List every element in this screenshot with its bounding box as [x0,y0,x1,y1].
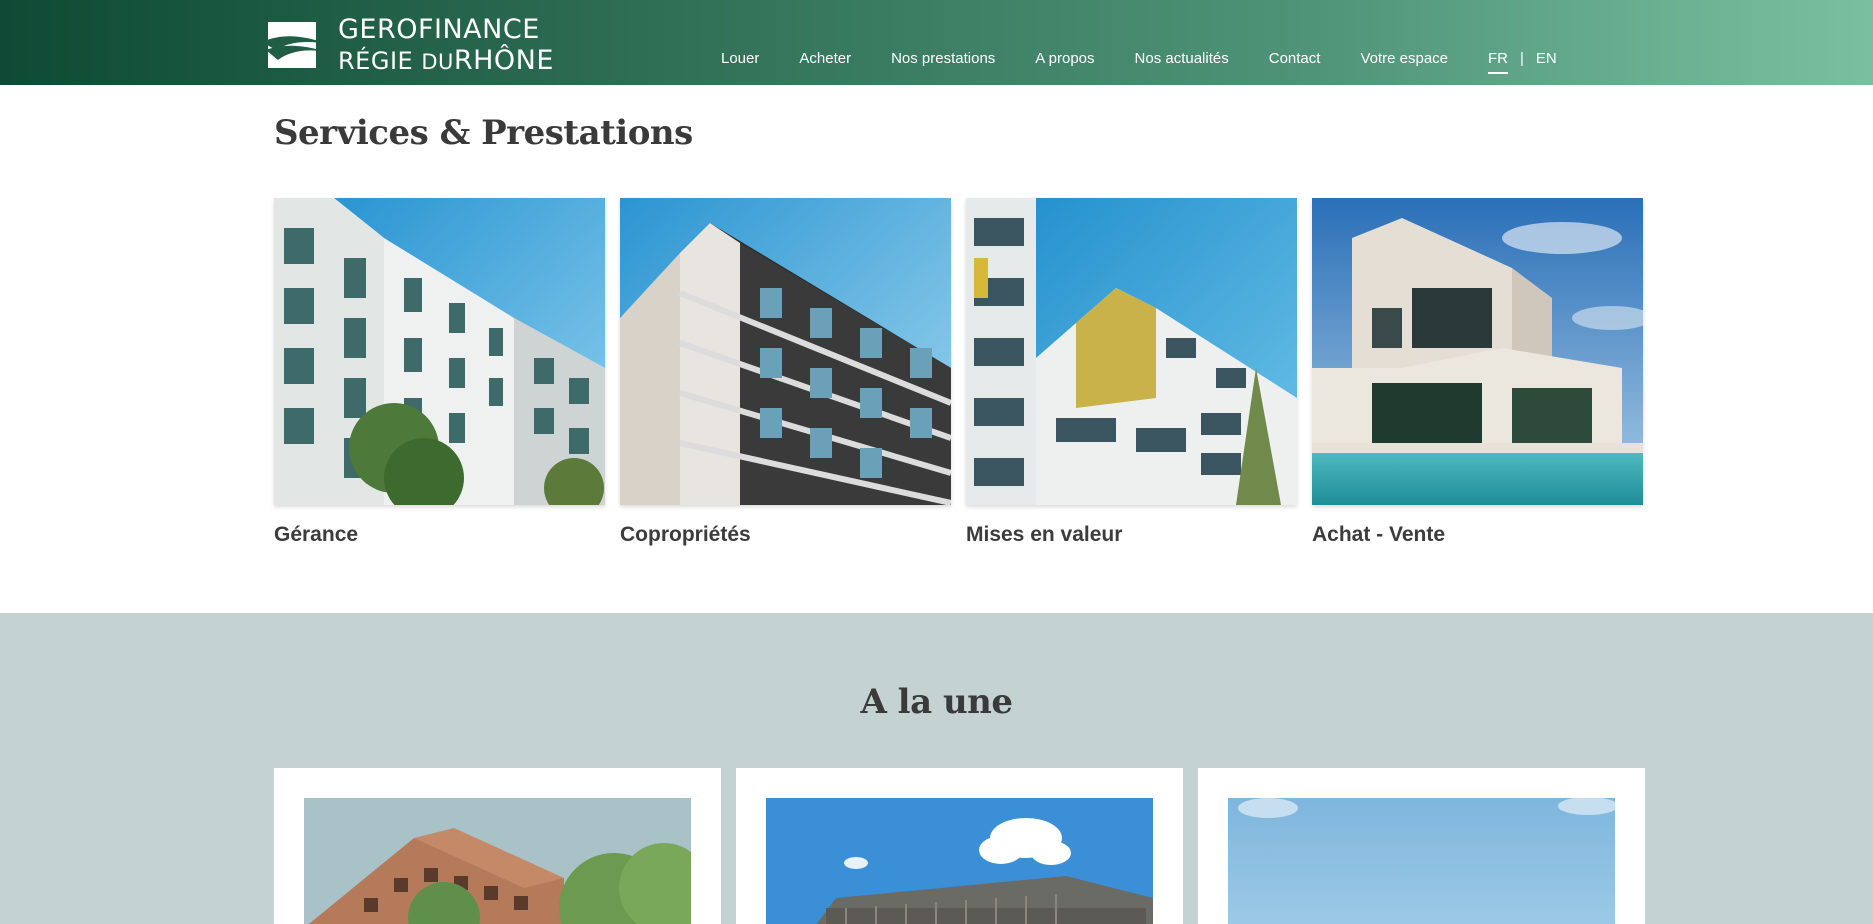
logo[interactable]: GEROFINANCE RÉGIE DURHÔNE [262,16,554,74]
service-card-achat-vente[interactable]: Achat - Vente [1312,198,1643,547]
service-card-coproprietes[interactable]: Copropriétés [620,198,951,547]
service-card-label[interactable]: Gérance [274,523,605,547]
services-title: Services & Prestations [274,113,693,153]
a-la-une-section: A la une [0,613,1873,924]
nav-a-propos[interactable]: A propos [1035,50,1094,67]
nav-nos-actualites[interactable]: Nos actualités [1135,50,1229,67]
language-switcher: FR | EN [1488,50,1557,74]
service-card-label[interactable]: Achat - Vente [1312,523,1643,547]
yellow-accent-building-photo[interactable] [966,198,1297,505]
sky-landscape-photo[interactable] [1228,798,1615,924]
services-cards: Gérance Copropriétés Mises en valeur Ach… [274,198,1643,547]
logo-mark-icon [262,22,328,68]
logo-line2: RÉGIE DURHÔNE [338,47,554,74]
brick-residential-project-photo[interactable] [304,798,691,924]
logo-line1: GEROFINANCE [338,14,540,45]
nav-acheter[interactable]: Acheter [799,50,851,67]
wooden-facade-project-photo[interactable] [766,798,1153,924]
lang-en[interactable]: EN [1536,50,1557,67]
lang-fr[interactable]: FR [1488,50,1508,74]
logo-line2-suffix: RHÔNE [453,45,554,76]
nav-contact[interactable]: Contact [1269,50,1321,67]
news-card[interactable] [1198,768,1645,924]
a-la-une-cards [274,768,1645,924]
service-card-gerance[interactable]: Gérance [274,198,605,547]
white-apartment-building-photo[interactable] [274,198,605,505]
site-header: GEROFINANCE RÉGIE DURHÔNE Louer Acheter … [0,0,1873,85]
a-la-une-title: A la une [860,682,1013,722]
service-card-mises-en-valeur[interactable]: Mises en valeur [966,198,1297,547]
service-card-label[interactable]: Mises en valeur [966,523,1297,547]
nav-votre-espace[interactable]: Votre espace [1360,50,1448,67]
nav-nos-prestations[interactable]: Nos prestations [891,50,995,67]
nav-louer[interactable]: Louer [721,50,759,67]
villa-with-pool-photo[interactable] [1312,198,1643,505]
logo-line2-du: DU [421,50,454,74]
main-nav: Louer Acheter Nos prestations A propos N… [721,50,1557,74]
news-card[interactable] [274,768,721,924]
lang-separator: | [1520,50,1524,67]
service-card-label[interactable]: Copropriétés [620,523,951,547]
modern-residential-building-photo[interactable] [620,198,951,505]
news-card[interactable] [736,768,1183,924]
logo-line2-prefix: RÉGIE [338,47,422,75]
logo-text: GEROFINANCE RÉGIE DURHÔNE [338,16,554,74]
